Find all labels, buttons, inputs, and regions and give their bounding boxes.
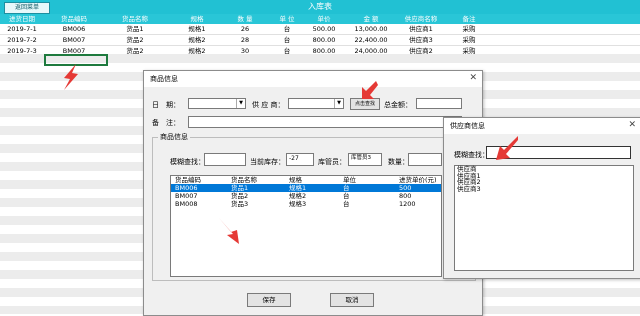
product-info-dialog: 商品信息 ✕ 日 期： ▼ 供 应 商： ▼ 点击查找 总金额： 备 注： 商品… — [143, 70, 483, 316]
column-header: 货品名称 — [122, 15, 148, 23]
list-cell: 规格2 — [289, 192, 307, 200]
fuzzy-search-label: 模糊查找： — [454, 151, 489, 159]
quantity-label: 数量： — [388, 158, 409, 166]
list-header: 货品编码 货品名称 规格 单位 进货单价(元) — [171, 176, 441, 184]
search-button[interactable]: 点击查找 — [350, 98, 380, 110]
list-cell: BM008 — [175, 200, 198, 208]
table-cell[interactable]: 13,000.00 — [346, 24, 396, 34]
close-icon[interactable]: ✕ — [469, 73, 477, 83]
red-arrow-icon — [496, 136, 518, 160]
table-cell[interactable]: 规格2 — [168, 35, 226, 45]
list-header-cell: 进货单价(元) — [399, 176, 437, 184]
red-arrow-icon — [219, 218, 239, 244]
list-cell: 规格3 — [289, 200, 307, 208]
table-cell[interactable]: 2019-7-2 — [2, 35, 42, 45]
table-cell[interactable]: 26 — [230, 24, 260, 34]
close-icon[interactable]: ✕ — [628, 120, 636, 130]
table-cell[interactable]: 台 — [270, 24, 304, 34]
cancel-button[interactable]: 取消 — [330, 293, 374, 307]
table-cell[interactable]: 规格1 — [168, 24, 226, 34]
list-item[interactable]: BM006 货品1 规格1 台 500 — [171, 184, 441, 192]
table-cell[interactable]: 供应商3 — [398, 35, 444, 45]
list-item[interactable]: BM007 货品2 规格2 台 800 — [171, 192, 441, 200]
list-item[interactable]: 供应商3 — [455, 185, 633, 193]
table-cell[interactable]: 货品2 — [106, 35, 164, 45]
list-header-cell: 规格 — [289, 176, 302, 184]
table-cell[interactable]: BM007 — [44, 35, 104, 45]
table-row[interactable]: 2019-7-1 BM006 货品1 规格1 26 台 500.00 13,00… — [0, 24, 640, 35]
fuzzy-search-label: 模糊查找： — [170, 158, 205, 166]
column-header: 单价 — [317, 15, 331, 23]
column-header: 单 位 — [279, 15, 295, 23]
column-header: 规格 — [190, 15, 204, 23]
list-cell: 台 — [343, 184, 350, 192]
dialog-titlebar: 商品信息 ✕ — [144, 71, 482, 87]
column-header: 进货日期 — [9, 15, 35, 23]
back-to-menu-button[interactable]: 返回菜单 — [4, 2, 50, 14]
table-cell[interactable]: 供应商1 — [398, 24, 444, 34]
column-header: 备注 — [462, 15, 476, 23]
keeper-field[interactable]: 库管员3 — [348, 153, 382, 166]
column-header: 数 量 — [237, 15, 253, 23]
remark-field[interactable] — [188, 116, 462, 128]
table-cell[interactable]: 2019-7-1 — [2, 24, 42, 34]
list-cell: BM006 — [175, 184, 198, 192]
table-cell[interactable]: 采购 — [446, 24, 492, 34]
supplier-info-dialog: 供应商信息 ✕ 模糊查找： 供应商 供应商1 供应商2 供应商3 — [443, 117, 640, 279]
supplier-select[interactable]: ▼ — [288, 98, 344, 109]
list-cell: 台 — [343, 192, 350, 200]
list-header-cell: 货品名称 — [231, 176, 257, 184]
product-list[interactable]: 货品编码 货品名称 规格 单位 进货单价(元) BM006 货品1 规格1 台 … — [170, 175, 442, 277]
list-cell: 货品2 — [231, 192, 249, 200]
table-cell[interactable]: 500.00 — [304, 24, 344, 34]
list-cell: 台 — [343, 200, 350, 208]
date-label: 日 期： — [152, 101, 180, 109]
save-button[interactable]: 保存 — [247, 293, 291, 307]
table-cell[interactable]: 货品1 — [106, 24, 164, 34]
table-cell[interactable]: 台 — [270, 35, 304, 45]
list-header-cell: 货品编码 — [175, 176, 201, 184]
list-item[interactable]: BM008 货品3 规格3 台 1200 — [171, 200, 441, 208]
list-cell: 500 — [399, 184, 412, 192]
table-row[interactable]: 2019-7-2 BM007 货品2 规格2 28 台 800.00 22,40… — [0, 35, 640, 46]
fuzzy-search-input[interactable] — [204, 153, 246, 166]
column-header: 货品编码 — [61, 15, 87, 23]
remark-label: 备 注： — [152, 119, 180, 127]
dialog-titlebar: 供应商信息 ✕ — [444, 118, 640, 134]
sheet-title: 入库表 — [308, 2, 332, 11]
list-cell: 货品1 — [231, 184, 249, 192]
chevron-down-icon: ▼ — [236, 99, 245, 108]
keeper-label: 库管员： — [318, 158, 346, 166]
stock-label: 当前库存： — [250, 158, 285, 166]
supplier-list[interactable]: 供应商 供应商1 供应商2 供应商3 — [454, 165, 634, 271]
red-arrow-icon — [64, 64, 78, 90]
total-amount-field[interactable] — [416, 98, 462, 109]
table-cell[interactable]: 28 — [230, 35, 260, 45]
dialog-title: 商品信息 — [150, 75, 178, 83]
list-cell: 1200 — [399, 200, 416, 208]
dialog-title: 供应商信息 — [450, 122, 485, 130]
table-cell[interactable]: 采购 — [446, 35, 492, 45]
supplier-label: 供 应 商： — [252, 101, 285, 109]
list-header-cell: 单位 — [343, 176, 356, 184]
column-header: 金 额 — [363, 15, 379, 23]
red-arrow-icon — [362, 81, 378, 99]
column-header: 供应商名称 — [404, 15, 438, 23]
column-header-row: 进货日期 货品编码 货品名称 规格 数 量 单 位 单价 金 额 供应商名称 备… — [0, 14, 640, 24]
group-title: 商品信息 — [158, 132, 190, 142]
stock-field[interactable]: -27 — [286, 153, 314, 166]
list-cell: 800 — [399, 192, 412, 200]
date-select[interactable]: ▼ — [188, 98, 246, 109]
chevron-down-icon: ▼ — [334, 99, 343, 108]
list-cell: BM007 — [175, 192, 198, 200]
table-cell[interactable]: BM006 — [44, 24, 104, 34]
table-cell[interactable]: 800.00 — [304, 35, 344, 45]
title-bar: 返回菜单 入库表 — [0, 0, 640, 14]
table-cell[interactable]: 22,400.00 — [346, 35, 396, 45]
list-cell: 规格1 — [289, 184, 307, 192]
total-amount-label: 总金额： — [384, 101, 412, 109]
list-cell: 货品3 — [231, 200, 249, 208]
quantity-field[interactable] — [408, 153, 442, 166]
